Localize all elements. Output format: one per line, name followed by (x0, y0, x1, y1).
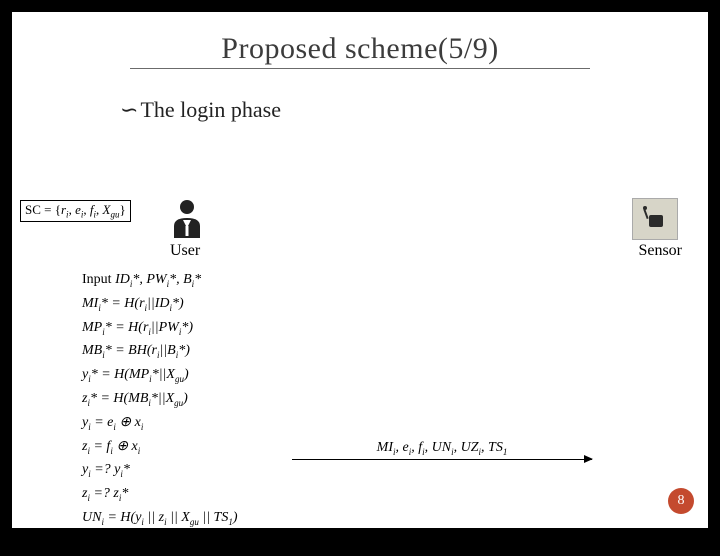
subtitle: ∽The login phase (120, 97, 708, 123)
page-number-badge: 8 (668, 488, 694, 514)
bullet-swirl-icon: ∽ (120, 97, 138, 122)
user-label: User (170, 242, 200, 260)
slide: Proposed scheme(5/9) ∽The login phase SC… (12, 12, 708, 528)
sensor-label: Sensor (638, 242, 682, 260)
message-arrow-label: MIi, ei, fi, UNi, UZi, TS1 (292, 440, 592, 457)
sensor-icon (632, 198, 678, 240)
arrow-head-icon (584, 455, 593, 463)
smartcard-contents-box: SC = {ri, ei, fi, Xgu} (20, 200, 131, 222)
slide-title: Proposed scheme(5/9) (12, 32, 708, 66)
title-underline (130, 68, 590, 69)
login-phase-formulas: Input IDi*, PWi*, Bi*MIi* = H(ri||IDi*)M… (82, 270, 238, 556)
subtitle-text: The login phase (140, 97, 281, 122)
message-arrow: MIi, ei, fi, UNi, UZi, TS1 (292, 440, 592, 460)
user-icon (170, 198, 204, 238)
arrow-line (292, 459, 592, 460)
